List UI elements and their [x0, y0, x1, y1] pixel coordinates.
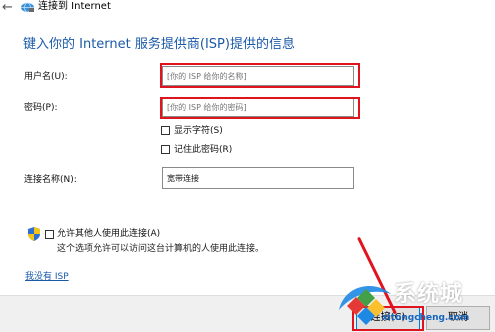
- allow-others-label: 允许其他人使用此连接(A): [57, 229, 161, 239]
- window-title: 连接到 Internet: [38, 1, 111, 12]
- password-input[interactable]: [162, 97, 354, 117]
- uac-shield-icon: [28, 227, 40, 241]
- connection-name-label: 连接名称(N):: [24, 175, 77, 185]
- connection-name-input[interactable]: [162, 167, 354, 189]
- remember-password-label: 记住此密码(R): [174, 145, 233, 155]
- password-label: 密码(P):: [24, 103, 58, 113]
- show-characters-label: 显示字符(S): [174, 126, 223, 136]
- no-isp-link[interactable]: 我没有 ISP: [25, 271, 69, 283]
- watermark-url: xitongcheng.com: [382, 313, 470, 323]
- allow-others-checkbox[interactable]: [45, 230, 54, 239]
- watermark-text: 系统城: [394, 282, 464, 307]
- allow-others-description: 这个选项允许可以访问这台计算机的人使用此连接。: [57, 244, 265, 254]
- back-arrow-icon[interactable]: ←: [2, 1, 18, 15]
- username-input[interactable]: [162, 66, 354, 86]
- remember-password-checkbox[interactable]: [161, 145, 170, 154]
- page-heading: 键入你的 Internet 服务提供商(ISP)提供的信息: [23, 37, 295, 52]
- show-characters-checkbox[interactable]: [161, 126, 170, 135]
- username-label: 用户名(U):: [24, 72, 68, 82]
- globe-network-icon: [21, 2, 34, 13]
